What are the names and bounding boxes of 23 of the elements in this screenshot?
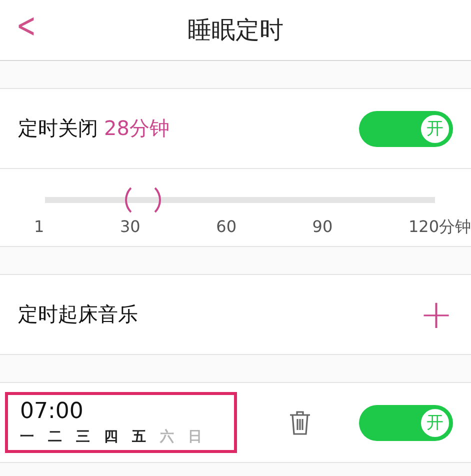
tick-label: 1	[34, 217, 44, 238]
delete-icon[interactable]	[289, 410, 311, 436]
row-label: 定时关闭	[18, 115, 98, 142]
weekday-label: 日	[188, 428, 202, 446]
page-title: 睡眠定时	[188, 15, 284, 46]
toggle-switch[interactable]: 开	[359, 404, 453, 440]
row-label: 定时起床音乐	[18, 301, 138, 328]
back-button[interactable]: <	[16, 6, 36, 46]
weekday-label: 六	[160, 428, 174, 446]
add-button[interactable]: +	[419, 294, 453, 334]
weekday-label: 一	[20, 428, 34, 446]
weekday-label: 四	[104, 428, 118, 446]
alarm-item[interactable]: 07:00 一 二 三 四 五 六 日	[5, 392, 237, 453]
tick-label: 120分钟	[408, 217, 471, 238]
weekday-label: 三	[76, 428, 90, 446]
toggle-switch[interactable]: 开	[359, 110, 453, 146]
tick-label: 60	[216, 217, 236, 238]
tick-label: 90	[312, 217, 333, 238]
tick-label: 30	[120, 217, 140, 238]
weekday-label: 五	[132, 428, 146, 446]
timer-value: 28分钟	[104, 115, 170, 142]
weekday-label: 二	[48, 428, 62, 446]
alarm-time: 07:00	[20, 399, 84, 424]
